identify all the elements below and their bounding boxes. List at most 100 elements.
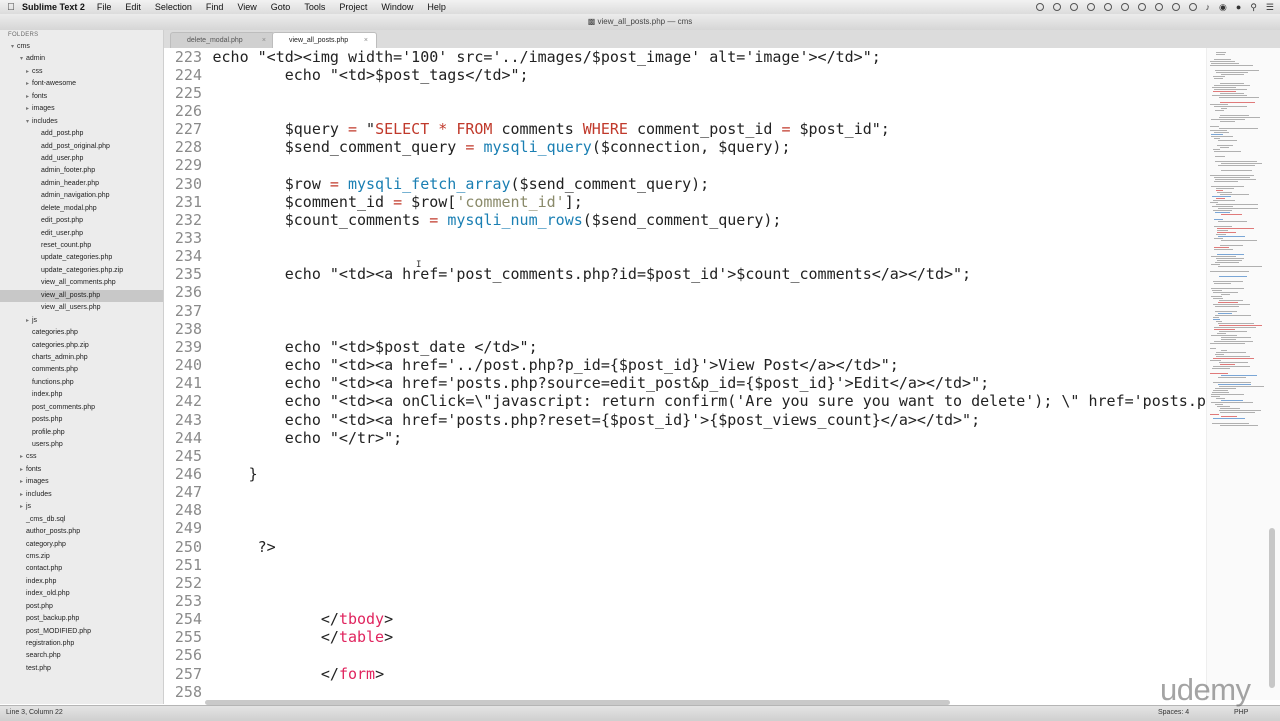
tree-file[interactable]: delete_modal.php <box>0 203 163 215</box>
tree-folder[interactable]: ▸ css <box>0 451 163 463</box>
tree-file[interactable]: view_all_users.php <box>0 302 163 314</box>
tree-file[interactable]: view_all_comments.php <box>0 277 163 289</box>
disclosure-closed-icon[interactable]: ▸ <box>23 91 32 103</box>
spotlight-search-icon[interactable]: ⚲ <box>1250 2 1257 13</box>
tree-file[interactable]: add_post_original.php <box>0 141 163 153</box>
menubar-status-icon[interactable] <box>1120 3 1129 11</box>
user-icon[interactable]: ● <box>1236 2 1241 12</box>
menu-window[interactable]: Window <box>381 2 413 12</box>
tree-file[interactable]: functions.php <box>0 377 163 389</box>
app-name-menu[interactable]: Sublime Text 2 <box>22 2 85 12</box>
tree-file[interactable]: test.php <box>0 663 163 675</box>
tree-file[interactable]: search.php <box>0 650 163 662</box>
tree-file[interactable]: add_post.php <box>0 128 163 140</box>
code-text: </tbody> <box>213 610 393 628</box>
menubar-status-icon[interactable] <box>1069 3 1078 11</box>
wifi-icon[interactable]: ◉ <box>1219 2 1227 13</box>
tree-file[interactable]: admin_footer.php <box>0 165 163 177</box>
tree-file[interactable]: contact.php <box>0 563 163 575</box>
disclosure-closed-icon[interactable]: ▸ <box>17 476 26 488</box>
tree-file[interactable]: profile.php <box>0 427 163 439</box>
tree-folder[interactable]: ▸ images <box>0 476 163 488</box>
close-icon[interactable]: × <box>262 33 266 49</box>
disclosure-closed-icon[interactable]: ▸ <box>17 451 26 463</box>
menubar-status-icon[interactable] <box>1086 3 1095 11</box>
tree-folder[interactable]: ▸ font-awesome <box>0 78 163 90</box>
tree-file[interactable]: registration.php <box>0 638 163 650</box>
tree-file[interactable]: categories.php.zip <box>0 340 163 352</box>
notification-center-icon[interactable]: ☰ <box>1266 2 1274 13</box>
disclosure-closed-icon[interactable]: ▸ <box>23 315 32 327</box>
tree-file[interactable]: post_MODIFIED.php <box>0 626 163 638</box>
close-icon[interactable]: × <box>364 33 368 49</box>
tree-folder[interactable]: ▸ includes <box>0 489 163 501</box>
tree-folder[interactable]: ▾ includes <box>0 116 163 128</box>
disclosure-open-icon[interactable]: ▾ <box>17 53 26 65</box>
tree-folder[interactable]: ▸ fonts <box>0 91 163 103</box>
tree-file[interactable]: _cms_db.sql <box>0 514 163 526</box>
tree-file[interactable]: category.php <box>0 539 163 551</box>
tree-file[interactable]: comments.php <box>0 364 163 376</box>
menu-view[interactable]: View <box>237 2 256 12</box>
menu-goto[interactable]: Goto <box>271 2 291 12</box>
tree-file[interactable]: add_user.php <box>0 153 163 165</box>
disclosure-closed-icon[interactable]: ▸ <box>23 103 32 115</box>
tree-file[interactable]: update_categories.php.zip <box>0 265 163 277</box>
tree-file[interactable]: users.php <box>0 439 163 451</box>
tree-folder[interactable]: ▾ cms <box>0 41 163 53</box>
tree-file[interactable]: charts_admin.php <box>0 352 163 364</box>
disclosure-open-icon[interactable]: ▾ <box>8 41 17 53</box>
menu-tools[interactable]: Tools <box>304 2 325 12</box>
menubar-status-icon[interactable] <box>1137 3 1146 11</box>
disclosure-closed-icon[interactable]: ▸ <box>17 464 26 476</box>
tree-file[interactable]: index.php <box>0 576 163 588</box>
disclosure-closed-icon[interactable]: ▸ <box>17 489 26 501</box>
tree-file[interactable]: index.php <box>0 389 163 401</box>
tree-file[interactable]: posts.php <box>0 414 163 426</box>
tree-folder[interactable]: ▸ css <box>0 66 163 78</box>
tree-file[interactable]: reset_count.php <box>0 240 163 252</box>
tree-file[interactable]: edit_user.php <box>0 228 163 240</box>
apple-menu-icon[interactable]:  <box>0 2 22 13</box>
disclosure-closed-icon[interactable]: ▸ <box>23 78 32 90</box>
code-editor[interactable]: 223 echo "<td><img width='100' src='../im… <box>164 48 1206 700</box>
menubar-status-icon[interactable] <box>1035 3 1044 11</box>
tree-folder[interactable]: ▸ js <box>0 501 163 513</box>
menubar-status-icon[interactable] <box>1154 3 1163 11</box>
menu-project[interactable]: Project <box>339 2 367 12</box>
tree-file[interactable]: author_posts.php <box>0 526 163 538</box>
menubar-status-icon[interactable] <box>1103 3 1112 11</box>
tree-file[interactable]: cms.zip <box>0 551 163 563</box>
tree-file[interactable]: post_backup.php <box>0 613 163 625</box>
menu-file[interactable]: File <box>97 2 112 12</box>
menu-help[interactable]: Help <box>427 2 446 12</box>
vertical-scrollbar[interactable] <box>1269 528 1275 688</box>
tree-folder[interactable]: ▸ fonts <box>0 464 163 476</box>
tree-file[interactable]: categories.php <box>0 327 163 339</box>
tree-file[interactable]: view_all_posts.php <box>0 289 163 303</box>
tree-file[interactable]: update_categories.php <box>0 252 163 264</box>
tree-file[interactable]: edit_post.php <box>0 215 163 227</box>
tree-folder[interactable]: ▸ images <box>0 103 163 115</box>
indentation-setting[interactable]: Spaces: 4 <box>1158 706 1189 720</box>
menu-selection[interactable]: Selection <box>155 2 192 12</box>
menubar-status-icon[interactable] <box>1188 3 1197 11</box>
tree-file[interactable]: post.php <box>0 601 163 613</box>
disclosure-closed-icon[interactable]: ▸ <box>17 501 26 513</box>
tree-file[interactable]: admin_header.php <box>0 178 163 190</box>
disclosure-open-icon[interactable]: ▾ <box>23 116 32 128</box>
tab-delete-modal[interactable]: delete_modal.php × <box>170 32 275 48</box>
menu-edit[interactable]: Edit <box>125 2 141 12</box>
volume-icon[interactable]: ♪ <box>1206 2 1211 12</box>
disclosure-closed-icon[interactable]: ▸ <box>23 66 32 78</box>
menubar-status-icon[interactable] <box>1052 3 1061 11</box>
menubar-status-icon[interactable] <box>1171 3 1180 11</box>
tree-folder[interactable]: ▸ js <box>0 315 163 327</box>
menu-find[interactable]: Find <box>206 2 224 12</box>
tree-file[interactable]: post_comments.php <box>0 402 163 414</box>
tab-view-all-posts[interactable]: view_all_posts.php × <box>272 32 377 48</box>
tree-file[interactable]: index_old.php <box>0 588 163 600</box>
syntax-selector[interactable]: PHP <box>1234 706 1248 720</box>
tree-file[interactable]: admin_navigation.php <box>0 190 163 202</box>
tree-folder[interactable]: ▾ admin <box>0 53 163 65</box>
